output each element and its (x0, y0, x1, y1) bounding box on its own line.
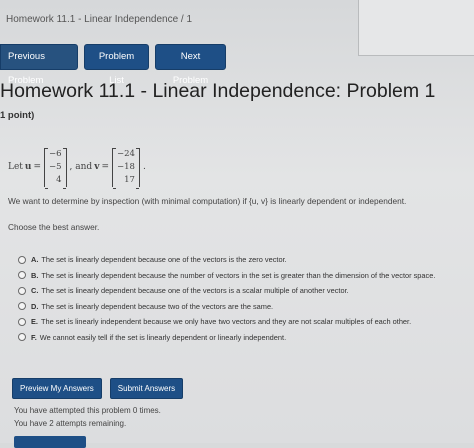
problem-navigation: Previous Problem Problem List Next Probl… (0, 44, 226, 86)
vector-u-entry: 4 (56, 174, 62, 185)
radio-button[interactable] (18, 271, 26, 280)
next-problem-button[interactable]: Next Problem (155, 44, 226, 86)
vector-u-label: u (24, 162, 32, 172)
vector-definition: Let u = −6 −5 4 , and v = −24 −18 17 . (8, 146, 146, 189)
option-b[interactable]: B. The set is linearly dependent because… (18, 268, 435, 283)
vector-v-entry: −24 (116, 148, 135, 159)
problem-list-button[interactable]: Problem List (84, 44, 149, 86)
option-letter: C. (31, 286, 39, 296)
option-text: We cannot easily tell if the set is line… (39, 332, 287, 342)
vector-v-entry: 17 (124, 174, 135, 185)
option-c[interactable]: C. The set is linearly dependent because… (18, 283, 435, 298)
radio-button[interactable] (18, 286, 26, 295)
page-title: Homework 11.1 - Linear Independence: Pro… (0, 80, 436, 102)
vector-u-entry: −5 (49, 161, 62, 172)
vector-v-entry: −18 (116, 161, 135, 172)
option-letter: E. (31, 317, 38, 327)
let-text: Let (8, 162, 23, 172)
top-right-panel (358, 0, 474, 56)
option-a[interactable]: A. The set is linearly dependent because… (18, 252, 435, 267)
radio-button[interactable] (18, 317, 26, 326)
preview-answers-button[interactable]: Preview My Answers (12, 378, 102, 399)
option-text: The set is linearly dependent because th… (41, 270, 436, 280)
option-text: The set is linearly dependent because on… (41, 286, 349, 296)
option-f[interactable]: F. We cannot easily tell if the set is l… (18, 330, 435, 345)
previous-problem-button[interactable]: Previous Problem (0, 44, 78, 86)
and-text: , and (69, 162, 93, 172)
choose-instruction: Choose the best answer. (8, 222, 100, 232)
radio-button[interactable] (18, 255, 26, 264)
equals-sign: = (101, 162, 109, 172)
answer-options: A. The set is linearly dependent because… (18, 252, 435, 346)
vector-v-matrix: −24 −18 17 (111, 147, 140, 189)
remaining-attempts-text: You have 2 attempts remaining. (14, 419, 127, 428)
option-e[interactable]: E. The set is linearly independent becau… (18, 314, 435, 329)
option-letter: F. (31, 332, 37, 342)
partial-button[interactable] (14, 436, 86, 448)
question-text: We want to determine by inspection (with… (8, 196, 407, 206)
points-label: 1 point) (0, 110, 35, 121)
attempts-text: You have attempted this problem 0 times. (14, 406, 161, 415)
option-text: The set is linearly dependent because tw… (41, 301, 274, 311)
vector-v-label: v (94, 162, 100, 172)
radio-button[interactable] (18, 333, 26, 342)
option-text: The set is linearly dependent because on… (41, 255, 287, 264)
vector-u-matrix: −6 −5 4 (44, 147, 67, 189)
option-letter: B. (31, 270, 39, 280)
option-letter: D. (31, 301, 39, 311)
vector-u-entry: −6 (49, 148, 62, 159)
option-letter: A. (31, 255, 39, 264)
answer-actions: Preview My Answers Submit Answers (12, 378, 184, 399)
submit-answers-button[interactable]: Submit Answers (109, 378, 184, 399)
option-text: The set is linearly independent because … (40, 317, 412, 327)
option-d[interactable]: D. The set is linearly dependent because… (18, 299, 435, 314)
equals-sign: = (33, 162, 42, 172)
radio-button[interactable] (18, 302, 26, 311)
breadcrumb: Homework 11.1 - Linear Independence / 1 (6, 14, 193, 25)
period: . (142, 162, 146, 172)
